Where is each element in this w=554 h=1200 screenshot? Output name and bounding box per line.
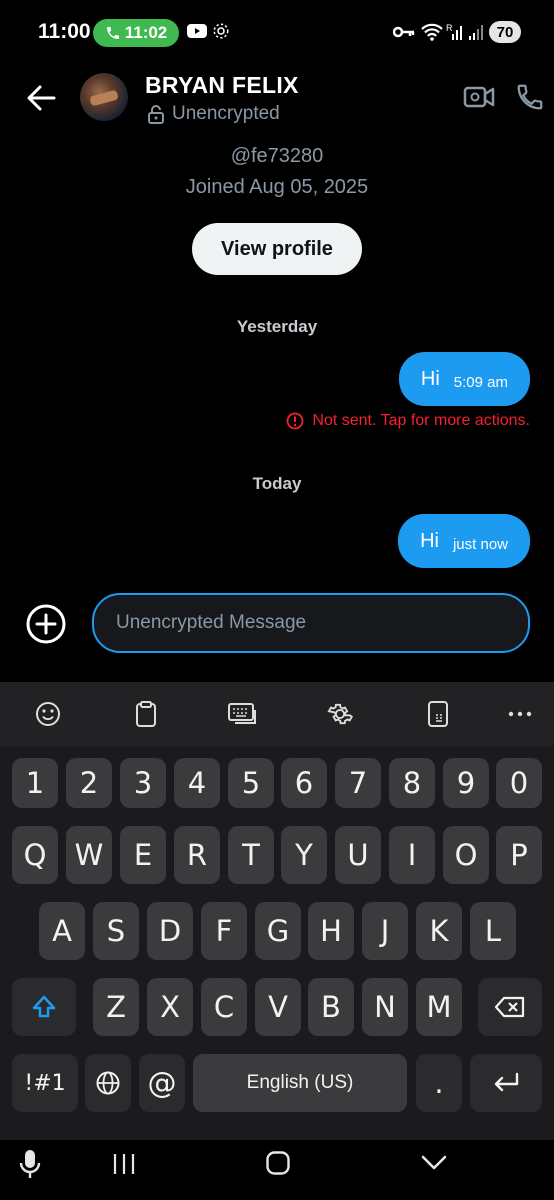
wifi-icon bbox=[421, 23, 443, 41]
key-o[interactable]: O bbox=[443, 826, 489, 884]
recent-apps-icon[interactable] bbox=[110, 1152, 138, 1176]
key-9[interactable]: 9 bbox=[443, 758, 489, 808]
error-text: Not sent. Tap for more actions. bbox=[312, 412, 530, 429]
key-t[interactable]: T bbox=[228, 826, 274, 884]
avatar[interactable] bbox=[80, 73, 128, 121]
key-l[interactable]: L bbox=[470, 902, 516, 960]
globe-icon bbox=[96, 1071, 120, 1095]
keyboard-toolbar bbox=[0, 682, 554, 746]
key-d[interactable]: D bbox=[147, 902, 193, 960]
enter-icon bbox=[494, 1072, 519, 1092]
message-time: just now bbox=[452, 535, 508, 553]
key-icon bbox=[393, 26, 415, 38]
key-k[interactable]: K bbox=[416, 902, 462, 960]
signal-icon: R bbox=[446, 23, 483, 40]
keyboard: 1 2 3 4 5 6 7 8 9 0 Q W E R T Y U I O P … bbox=[0, 682, 554, 1140]
shift-arrow-icon bbox=[32, 995, 56, 1018]
lock-open-icon bbox=[148, 105, 164, 124]
joined-date: Joined Aug 05, 2025 bbox=[185, 176, 369, 198]
encryption-label: Unencrypted bbox=[172, 103, 280, 124]
message-bubble[interactable]: Hi just now bbox=[398, 514, 530, 568]
enter-key[interactable] bbox=[470, 1054, 542, 1112]
key-z[interactable]: Z bbox=[93, 978, 139, 1036]
key-u[interactable]: U bbox=[335, 826, 381, 884]
message-text: Hi bbox=[420, 529, 439, 552]
svg-text:R: R bbox=[446, 23, 453, 33]
key-h[interactable]: H bbox=[308, 902, 354, 960]
message-input[interactable] bbox=[116, 612, 528, 634]
key-i[interactable]: I bbox=[389, 826, 435, 884]
add-attachment-icon[interactable] bbox=[26, 604, 66, 644]
view-profile-button[interactable]: View profile bbox=[192, 223, 362, 275]
more-icon[interactable] bbox=[500, 694, 540, 734]
key-b[interactable]: B bbox=[308, 978, 354, 1036]
period-key[interactable]: . bbox=[416, 1054, 462, 1112]
key-j[interactable]: J bbox=[362, 902, 408, 960]
key-p[interactable]: P bbox=[496, 826, 542, 884]
key-3[interactable]: 3 bbox=[120, 758, 166, 808]
shift-key[interactable] bbox=[12, 978, 76, 1036]
hide-keyboard-icon[interactable] bbox=[420, 1154, 448, 1172]
phone-icon[interactable] bbox=[514, 82, 546, 112]
language-key[interactable] bbox=[85, 1054, 131, 1112]
key-a[interactable]: A bbox=[39, 902, 85, 960]
key-4[interactable]: 4 bbox=[174, 758, 220, 808]
message-composer[interactable] bbox=[92, 593, 530, 653]
key-r[interactable]: R bbox=[174, 826, 220, 884]
key-s[interactable]: S bbox=[93, 902, 139, 960]
home-icon[interactable] bbox=[265, 1150, 291, 1176]
contact-name[interactable]: BRYAN FELIX bbox=[145, 72, 299, 99]
one-handed-icon[interactable] bbox=[418, 694, 458, 734]
key-7[interactable]: 7 bbox=[335, 758, 381, 808]
key-0[interactable]: 0 bbox=[496, 758, 542, 808]
symbols-key[interactable]: !#1 bbox=[12, 1054, 78, 1112]
at-key[interactable]: @ bbox=[139, 1054, 185, 1112]
error-icon bbox=[287, 412, 304, 430]
microphone-icon[interactable] bbox=[17, 1148, 43, 1182]
video-call-icon[interactable] bbox=[463, 82, 495, 112]
key-8[interactable]: 8 bbox=[389, 758, 435, 808]
message-error-status[interactable]: Not sent. Tap for more actions. bbox=[286, 412, 530, 430]
key-y[interactable]: Y bbox=[281, 826, 327, 884]
battery-indicator: 70 bbox=[489, 21, 521, 43]
user-handle: @fe73280 bbox=[230, 145, 324, 167]
youtube-icon bbox=[187, 24, 207, 38]
day-separator: Today bbox=[252, 474, 302, 493]
key-6[interactable]: 6 bbox=[281, 758, 327, 808]
settings-gear-icon bbox=[213, 23, 229, 39]
settings-icon[interactable] bbox=[320, 694, 360, 734]
day-separator: Yesterday bbox=[236, 317, 318, 336]
key-v[interactable]: V bbox=[255, 978, 301, 1036]
call-duration: 11:02 bbox=[124, 23, 168, 42]
clipboard-icon[interactable] bbox=[126, 694, 166, 734]
key-e[interactable]: E bbox=[120, 826, 166, 884]
space-key[interactable]: English (US) bbox=[193, 1054, 407, 1112]
back-arrow-icon[interactable] bbox=[26, 84, 56, 112]
key-x[interactable]: X bbox=[147, 978, 193, 1036]
encryption-status[interactable]: Unencrypted bbox=[147, 103, 280, 125]
key-5[interactable]: 5 bbox=[228, 758, 274, 808]
ongoing-call-pill[interactable]: 11:02 bbox=[93, 19, 179, 47]
backspace-key[interactable] bbox=[478, 978, 542, 1036]
key-g[interactable]: G bbox=[255, 902, 301, 960]
key-q[interactable]: Q bbox=[12, 826, 58, 884]
status-time: 11:00 bbox=[38, 20, 91, 43]
emoji-icon[interactable] bbox=[28, 694, 68, 734]
backspace-icon bbox=[494, 996, 525, 1018]
message-text: Hi bbox=[420, 367, 440, 390]
key-2[interactable]: 2 bbox=[66, 758, 112, 808]
key-n[interactable]: N bbox=[362, 978, 408, 1036]
key-c[interactable]: C bbox=[201, 978, 247, 1036]
message-time: 5:09 am bbox=[453, 373, 508, 391]
message-bubble[interactable]: Hi 5:09 am bbox=[398, 352, 530, 406]
key-m[interactable]: M bbox=[416, 978, 462, 1036]
key-w[interactable]: W bbox=[66, 826, 112, 884]
key-f[interactable]: F bbox=[201, 902, 247, 960]
keyboard-mode-icon[interactable] bbox=[222, 694, 262, 734]
key-1[interactable]: 1 bbox=[12, 758, 58, 808]
status-bar: 11:00 11:02 R 70 bbox=[0, 0, 554, 64]
phone-icon bbox=[106, 27, 119, 39]
